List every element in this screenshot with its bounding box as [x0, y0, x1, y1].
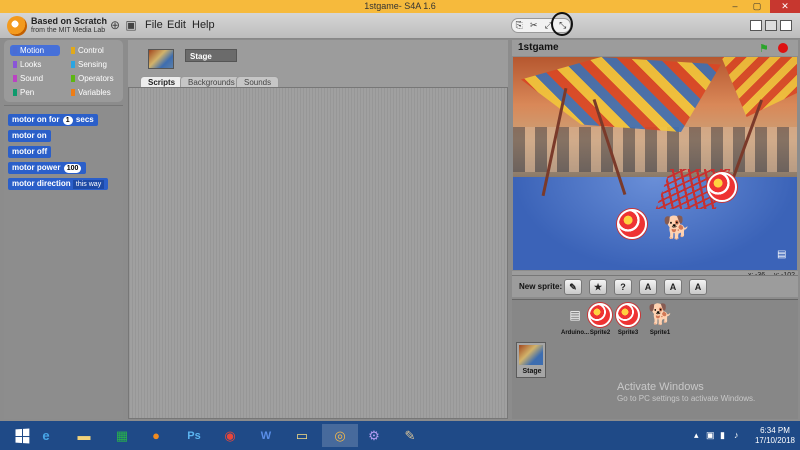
- window-title: 1stgame- S4A 1.6: [364, 1, 436, 11]
- title-bar: 1stgame- S4A 1.6 – ▢ ✕: [0, 0, 800, 13]
- scratch-logo-icon: [7, 16, 27, 36]
- arduino-sprite-icon[interactable]: A: [639, 279, 657, 295]
- direction-dropdown[interactable]: this way: [72, 180, 105, 189]
- sprite-info-panel: Stage Scripts Backgrounds Sounds: [128, 40, 508, 88]
- sprite-name-field[interactable]: Stage: [185, 49, 237, 62]
- sprite-list: ▤ Arduino... Sprite2 Sprite3 🐕 Sprite1 S…: [512, 299, 798, 419]
- sprite2-ball[interactable]: [707, 172, 737, 202]
- photoshop-icon[interactable]: Ps: [176, 424, 212, 447]
- menu-edit[interactable]: Edit: [167, 19, 186, 31]
- blocks-palette: motor on for 1 secs motor on motor off m…: [4, 105, 123, 419]
- sprite-name: Sprite1: [649, 330, 671, 336]
- file-explorer-icon[interactable]: ▬: [66, 424, 102, 447]
- highlight-circle: [551, 12, 573, 36]
- presentation-mode-button[interactable]: [780, 20, 792, 31]
- category-operators[interactable]: Operators: [68, 73, 118, 84]
- category-pen[interactable]: Pen: [10, 87, 60, 98]
- copy-icon[interactable]: ⎘: [516, 20, 523, 31]
- new-sprite-bar: New sprite: ✎ ★ ? A A A: [512, 275, 798, 297]
- new-sprite-label: New sprite:: [519, 282, 563, 291]
- stage-thumbnail: [148, 49, 174, 69]
- brand: Based on Scratch from the MIT Media Lab: [31, 16, 107, 36]
- stop-icon[interactable]: [778, 43, 788, 53]
- stage-slot-label: Stage: [522, 368, 542, 375]
- category-control[interactable]: Control: [68, 45, 118, 56]
- block-motor-power[interactable]: motor power 100: [8, 162, 87, 174]
- minimize-button[interactable]: –: [724, 0, 746, 13]
- block-categories: Motion Control Looks Sensing Sound Opera…: [4, 40, 123, 102]
- sprite3-ball[interactable]: [617, 209, 647, 239]
- word-icon[interactable]: W: [248, 424, 284, 447]
- choose-sprite-icon[interactable]: ★: [589, 279, 607, 295]
- sprite1-dog-icon[interactable]: 🐕: [663, 217, 690, 239]
- small-stage-button[interactable]: [750, 20, 762, 31]
- watermark-title: Activate Windows: [617, 381, 704, 393]
- block-motor-off[interactable]: motor off: [8, 146, 52, 158]
- network-icon[interactable]: ▣: [706, 430, 715, 441]
- ball-icon: [588, 303, 612, 327]
- seconds-input[interactable]: 1: [62, 116, 73, 125]
- block-motor-on[interactable]: motor on: [8, 130, 51, 142]
- menu-file[interactable]: File: [145, 19, 163, 31]
- stage-slot[interactable]: Stage: [516, 342, 546, 378]
- block-motor-on-for[interactable]: motor on for 1 secs: [8, 114, 98, 126]
- scripts-area[interactable]: [128, 87, 508, 419]
- clock-date: 17/10/2018: [754, 436, 796, 445]
- normal-stage-button[interactable]: [765, 20, 777, 31]
- clock[interactable]: 6:34 PM 17/10/2018: [752, 426, 798, 446]
- tray-chevron-icon[interactable]: ▴: [694, 430, 699, 441]
- stage-header: 1stgame ⚑: [512, 40, 798, 56]
- top-bar: Based on Scratch from the MIT Media Lab …: [0, 13, 800, 39]
- internet-explorer-icon[interactable]: e: [28, 424, 64, 447]
- store-icon[interactable]: ▦: [104, 424, 140, 447]
- category-looks[interactable]: Looks: [10, 59, 60, 70]
- s4a-icon[interactable]: ◎: [322, 424, 358, 447]
- paint-sprite-icon[interactable]: ✎: [564, 279, 582, 295]
- arduino-sprite3-icon[interactable]: A: [689, 279, 707, 295]
- category-variables[interactable]: Variables: [68, 87, 118, 98]
- activate-windows-watermark: Activate Windows Go to PC settings to ac…: [617, 381, 755, 403]
- brand-subtitle: from the MIT Media Lab: [31, 27, 106, 34]
- arduino-board-icon[interactable]: ▤: [777, 249, 786, 260]
- dog-icon: 🐕: [648, 304, 673, 326]
- ball-icon: [616, 303, 640, 327]
- globe-icon[interactable]: ⊕: [108, 18, 122, 32]
- block-motor-direction[interactable]: motor direction this way: [8, 178, 109, 190]
- close-button[interactable]: ✕: [770, 0, 800, 13]
- save-icon[interactable]: ▣: [124, 18, 138, 32]
- green-flag-icon[interactable]: ⚑: [759, 42, 769, 55]
- cut-icon[interactable]: ✂: [530, 20, 538, 31]
- brand-title: Based on Scratch: [31, 16, 108, 26]
- category-motion[interactable]: Motion: [10, 45, 60, 56]
- arduino-sprite2-icon[interactable]: A: [664, 279, 682, 295]
- random-sprite-icon[interactable]: ?: [614, 279, 632, 295]
- paint-icon[interactable]: ✎: [392, 424, 428, 447]
- sprite-slot-sprite3[interactable]: Sprite3: [613, 303, 643, 339]
- firefox-icon[interactable]: ●: [138, 424, 174, 447]
- folder-icon[interactable]: ▭: [284, 424, 320, 447]
- taskbar: e ▬ ▦ ● Ps ◉ W ▭ ◎ ⚙ ✎ ▴ ▣ ▮ ♪ 6:34 PM 1…: [0, 421, 800, 450]
- arduino-board-icon: ▤: [569, 308, 581, 322]
- watermark-subtitle: Go to PC settings to activate Windows.: [617, 394, 756, 403]
- volume-icon[interactable]: ♪: [734, 430, 739, 440]
- category-sound[interactable]: Sound: [10, 73, 60, 84]
- power-input[interactable]: 100: [63, 164, 82, 173]
- maximize-button[interactable]: ▢: [746, 0, 768, 13]
- category-sensing[interactable]: Sensing: [68, 59, 118, 70]
- sprite-slot-sprite1[interactable]: 🐕 Sprite1: [645, 303, 675, 339]
- menu-help[interactable]: Help: [192, 19, 215, 31]
- project-name: 1stgame: [518, 42, 559, 53]
- settings-gear-icon[interactable]: ⚙: [356, 424, 392, 447]
- chrome-icon[interactable]: ◉: [212, 424, 248, 447]
- stage[interactable]: 🐕 ▤: [513, 57, 797, 270]
- stage-thumbnail: [519, 345, 543, 365]
- clock-time: 6:34 PM: [760, 426, 790, 435]
- signal-icon[interactable]: ▮: [720, 430, 725, 441]
- background-ground: [513, 177, 797, 270]
